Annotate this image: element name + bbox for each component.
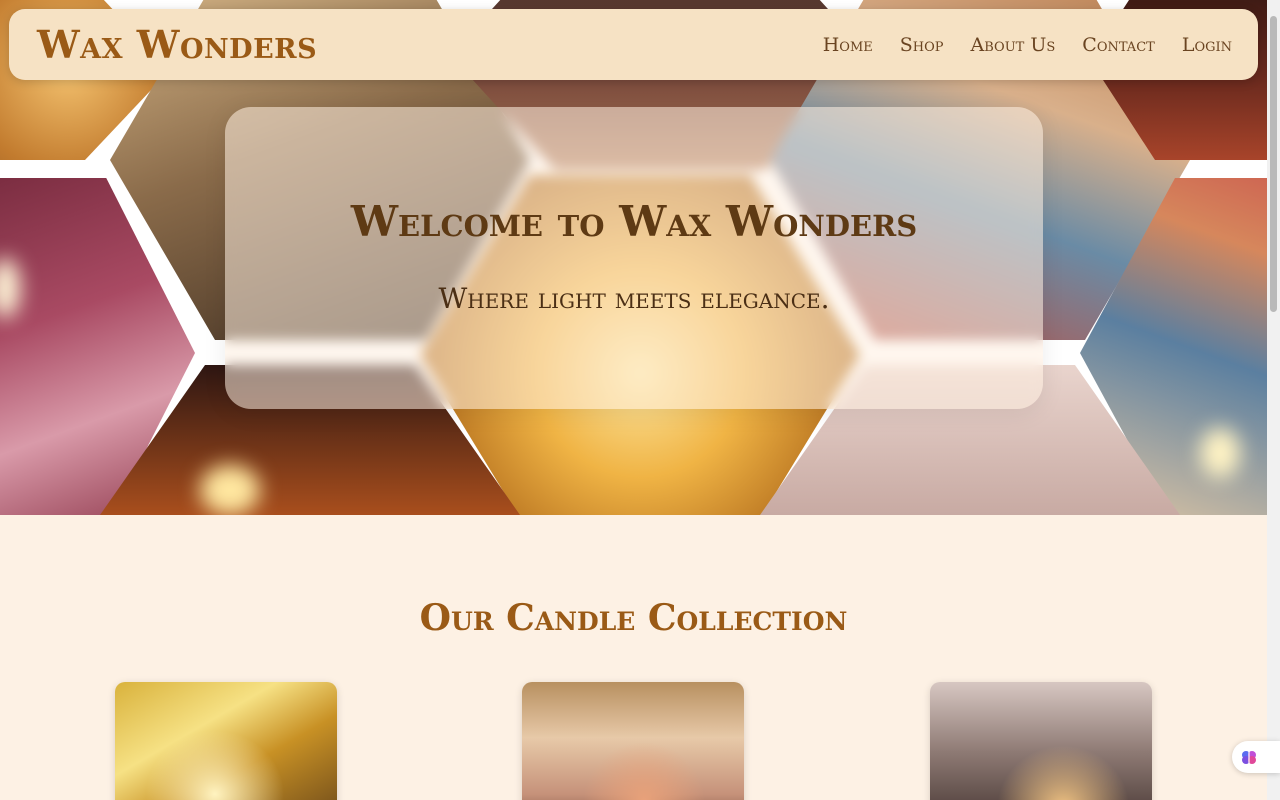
hero-subtitle: Where light meets elegance.	[438, 282, 830, 315]
hero-title: Welcome to Wax Wonders	[350, 197, 918, 246]
scrollbar-thumb[interactable]	[1270, 16, 1277, 312]
nav-links: Home Shop About Us Contact Login	[823, 34, 1232, 56]
nav-link-login[interactable]: Login	[1182, 34, 1232, 56]
nav-link-shop[interactable]: Shop	[900, 34, 944, 56]
product-card-image[interactable]	[115, 682, 337, 800]
product-card-image[interactable]	[522, 682, 744, 800]
top-navbar: Wax Wonders Home Shop About Us Contact L…	[9, 9, 1258, 80]
nav-link-contact[interactable]: Contact	[1082, 34, 1155, 56]
nav-link-home[interactable]: Home	[823, 34, 873, 56]
collection-title: Our Candle Collection	[419, 597, 848, 639]
hero-welcome-card: Welcome to Wax Wonders Where light meets…	[225, 107, 1043, 409]
product-card-image[interactable]	[930, 682, 1152, 800]
brand-logo[interactable]: Wax Wonders	[37, 22, 317, 67]
brain-icon	[1242, 751, 1256, 764]
assistant-badge[interactable]	[1232, 741, 1280, 773]
nav-link-about-us[interactable]: About Us	[971, 34, 1056, 56]
page-scrollbar[interactable]	[1267, 0, 1280, 800]
